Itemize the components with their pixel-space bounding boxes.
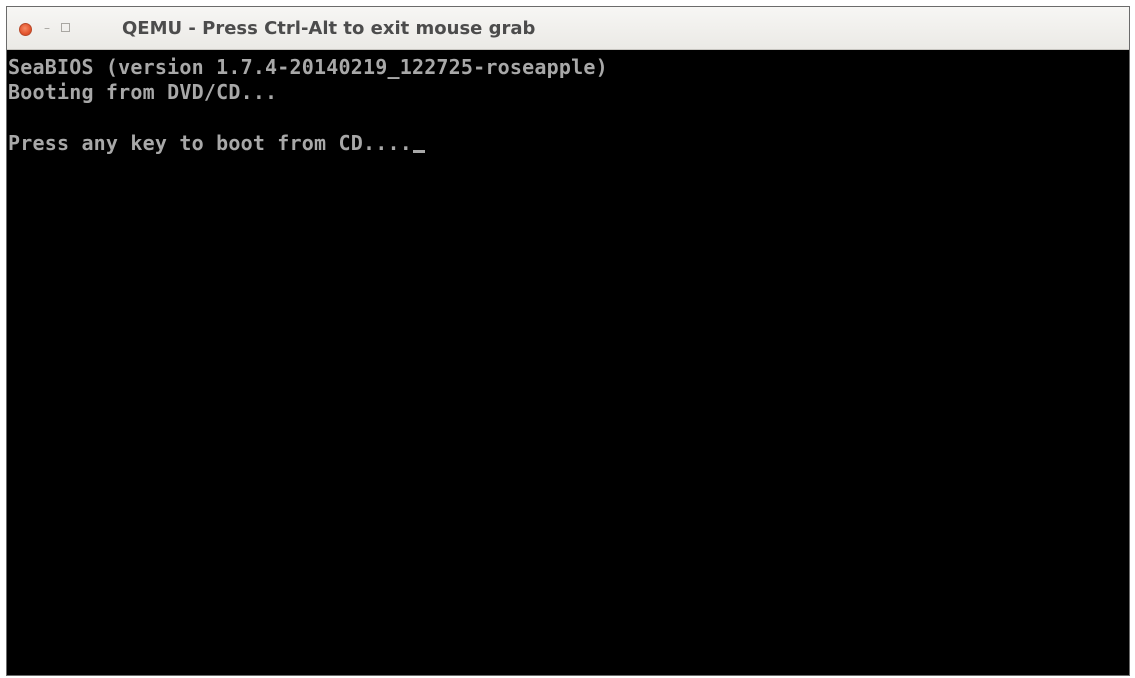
minimize-icon[interactable]: – xyxy=(41,21,53,35)
vm-console-screen[interactable]: SeaBIOS (version 1.7.4-20140219_122725-r… xyxy=(7,50,1129,675)
boot-prompt-line: Press any key to boot from CD.... xyxy=(8,130,425,156)
window-titlebar[interactable]: – QEMU - Press Ctrl-Alt to exit mouse gr… xyxy=(7,7,1129,50)
close-icon[interactable] xyxy=(19,23,32,36)
boot-prompt-text: Press any key to boot from CD.... xyxy=(8,131,412,155)
qemu-window: – QEMU - Press Ctrl-Alt to exit mouse gr… xyxy=(6,6,1130,676)
bios-version-line: SeaBIOS (version 1.7.4-20140219_122725-r… xyxy=(8,55,608,79)
maximize-icon[interactable] xyxy=(61,23,70,32)
window-title: QEMU - Press Ctrl-Alt to exit mouse grab xyxy=(122,18,536,39)
boot-device-line: Booting from DVD/CD... xyxy=(8,80,278,104)
text-cursor xyxy=(412,150,425,153)
